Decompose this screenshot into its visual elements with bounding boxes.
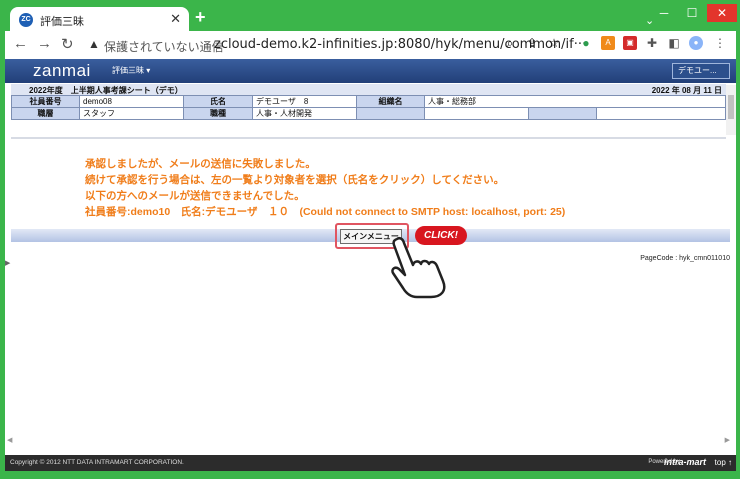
zoom-icon[interactable]: ⌕ bbox=[503, 36, 517, 50]
empty-value-cell bbox=[424, 107, 529, 120]
reload-icon[interactable]: ↻ bbox=[61, 35, 74, 53]
sheet-scrollbar[interactable] bbox=[726, 85, 736, 135]
table-row: 職層 スタッフ 職種 人事・人材開発 bbox=[11, 107, 726, 120]
extensions-puzzle-icon[interactable]: ✚ bbox=[645, 36, 659, 50]
page-code: PageCode : hyk_cmn011010 bbox=[640, 255, 730, 262]
org-label: 組織名 bbox=[356, 95, 425, 108]
evernote-extension-icon[interactable]: ● bbox=[579, 36, 593, 50]
bookmark-star-icon[interactable]: ☆ bbox=[547, 36, 561, 50]
name-label: 氏名 bbox=[183, 95, 253, 108]
error-message-line: 社員番号:demo10 氏名:デモユーザ １０ (Could not conne… bbox=[85, 206, 566, 218]
minimize-icon[interactable]: ─ bbox=[651, 4, 677, 22]
browser-tab[interactable]: ZC 評価三昧 ✕ bbox=[10, 7, 189, 33]
warning-icon[interactable]: ▲ bbox=[88, 37, 100, 51]
org-value: 人事・総務部 bbox=[424, 95, 726, 108]
scrollbar-thumb[interactable] bbox=[728, 95, 734, 119]
grade-value: スタッフ bbox=[79, 107, 184, 120]
copyright-text: Copyright © 2012 NTT DATA INTRAMART CORP… bbox=[10, 459, 184, 466]
sheet-title-bar: 2022年度 上半期人事考課シート（デモ） 2022 年 08 月 11 日 bbox=[11, 84, 726, 95]
new-tab-button[interactable]: + bbox=[195, 7, 206, 28]
sheet-date: 2022 年 08 月 11 日 bbox=[651, 86, 722, 95]
app-header: zanmai 評価三昧 ▾ デモユー... bbox=[5, 59, 736, 83]
web-page: zanmai 評価三昧 ▾ デモユー... 2022年度 上半期人事考課シート（… bbox=[5, 59, 736, 471]
security-label[interactable]: 保護されていない通信 bbox=[104, 38, 224, 55]
grade-label: 職層 bbox=[11, 107, 80, 120]
empty-label-cell bbox=[528, 107, 597, 120]
window-controls: ─ ☐ ✕ bbox=[651, 4, 737, 24]
emp-no-label: 社員番号 bbox=[11, 95, 80, 108]
back-icon[interactable]: ← bbox=[13, 35, 28, 52]
profile-avatar-icon[interactable]: ● bbox=[689, 36, 703, 50]
error-message-line: 続けて承認を行う場合は、左の一覧より対象者を選択（氏名をクリック）してください。 bbox=[85, 174, 505, 186]
browser-menu-icon[interactable]: ⋮ bbox=[713, 36, 727, 50]
scroll-left-icon[interactable]: ◀ bbox=[7, 436, 12, 444]
name-value: デモユーザ 8 bbox=[252, 95, 357, 108]
address-bar[interactable]: ▲ 保護されていない通信 zcloud-demo.k2-infinities.j… bbox=[82, 34, 586, 56]
share-icon[interactable]: ⇪ bbox=[525, 36, 539, 50]
maximize-icon[interactable]: ☐ bbox=[679, 4, 705, 22]
app-logo[interactable]: zanmai bbox=[33, 61, 91, 81]
role-label: 職種 bbox=[183, 107, 253, 120]
top-link[interactable]: top ↑ bbox=[715, 458, 732, 467]
side-panel-icon[interactable]: ◧ bbox=[667, 36, 681, 50]
table-row: 社員番号 demo08 氏名 デモユーザ 8 組織名 人事・総務部 bbox=[11, 95, 726, 108]
app-menu-dropdown[interactable]: 評価三昧 ▾ bbox=[112, 65, 150, 76]
browser-tab-bar: ZC 評価三昧 ✕ + ⌄ ─ ☐ ✕ bbox=[5, 4, 737, 33]
pdf-extension-icon[interactable]: ▣ bbox=[623, 36, 637, 50]
window-close-icon[interactable]: ✕ bbox=[707, 4, 737, 22]
error-message-line: 以下の方へのメールが送信できませんでした。 bbox=[85, 190, 305, 202]
forward-icon[interactable]: → bbox=[37, 35, 52, 52]
intramart-logo: intra-mart bbox=[663, 457, 706, 467]
employee-info-table: 社員番号 demo08 氏名 デモユーザ 8 組織名 人事・総務部 職層 スタッ… bbox=[11, 95, 726, 120]
side-panel-toggle-icon[interactable]: ▶ bbox=[5, 259, 10, 267]
evaluation-sheet-header: 2022年度 上半期人事考課シート（デモ） 2022 年 08 月 11 日 社… bbox=[11, 84, 726, 120]
empty-label-cell bbox=[356, 107, 425, 120]
error-message-line: 承認しましたが、メールの送信に失敗しました。 bbox=[85, 158, 316, 170]
app-footer: Copyright © 2012 NTT DATA INTRAMART CORP… bbox=[5, 455, 736, 471]
browser-toolbar: ← → ↻ ▲ 保護されていない通信 zcloud-demo.k2-infini… bbox=[5, 31, 736, 59]
empty-value-cell bbox=[596, 107, 726, 120]
site-favicon-icon: ZC bbox=[19, 13, 33, 27]
sheet-title: 2022年度 上半期人事考課シート（デモ） bbox=[29, 86, 183, 95]
divider bbox=[11, 137, 726, 139]
close-tab-icon[interactable]: ✕ bbox=[170, 11, 181, 27]
emp-no-value: demo08 bbox=[79, 95, 184, 108]
extension-a-icon[interactable]: A bbox=[601, 36, 615, 50]
scroll-right-icon[interactable]: ▶ bbox=[725, 436, 730, 444]
pointing-hand-icon bbox=[391, 236, 446, 299]
user-menu-dropdown[interactable]: デモユー... bbox=[672, 63, 730, 79]
tab-title: 評価三昧 bbox=[40, 15, 84, 28]
role-value: 人事・人材開発 bbox=[252, 107, 357, 120]
